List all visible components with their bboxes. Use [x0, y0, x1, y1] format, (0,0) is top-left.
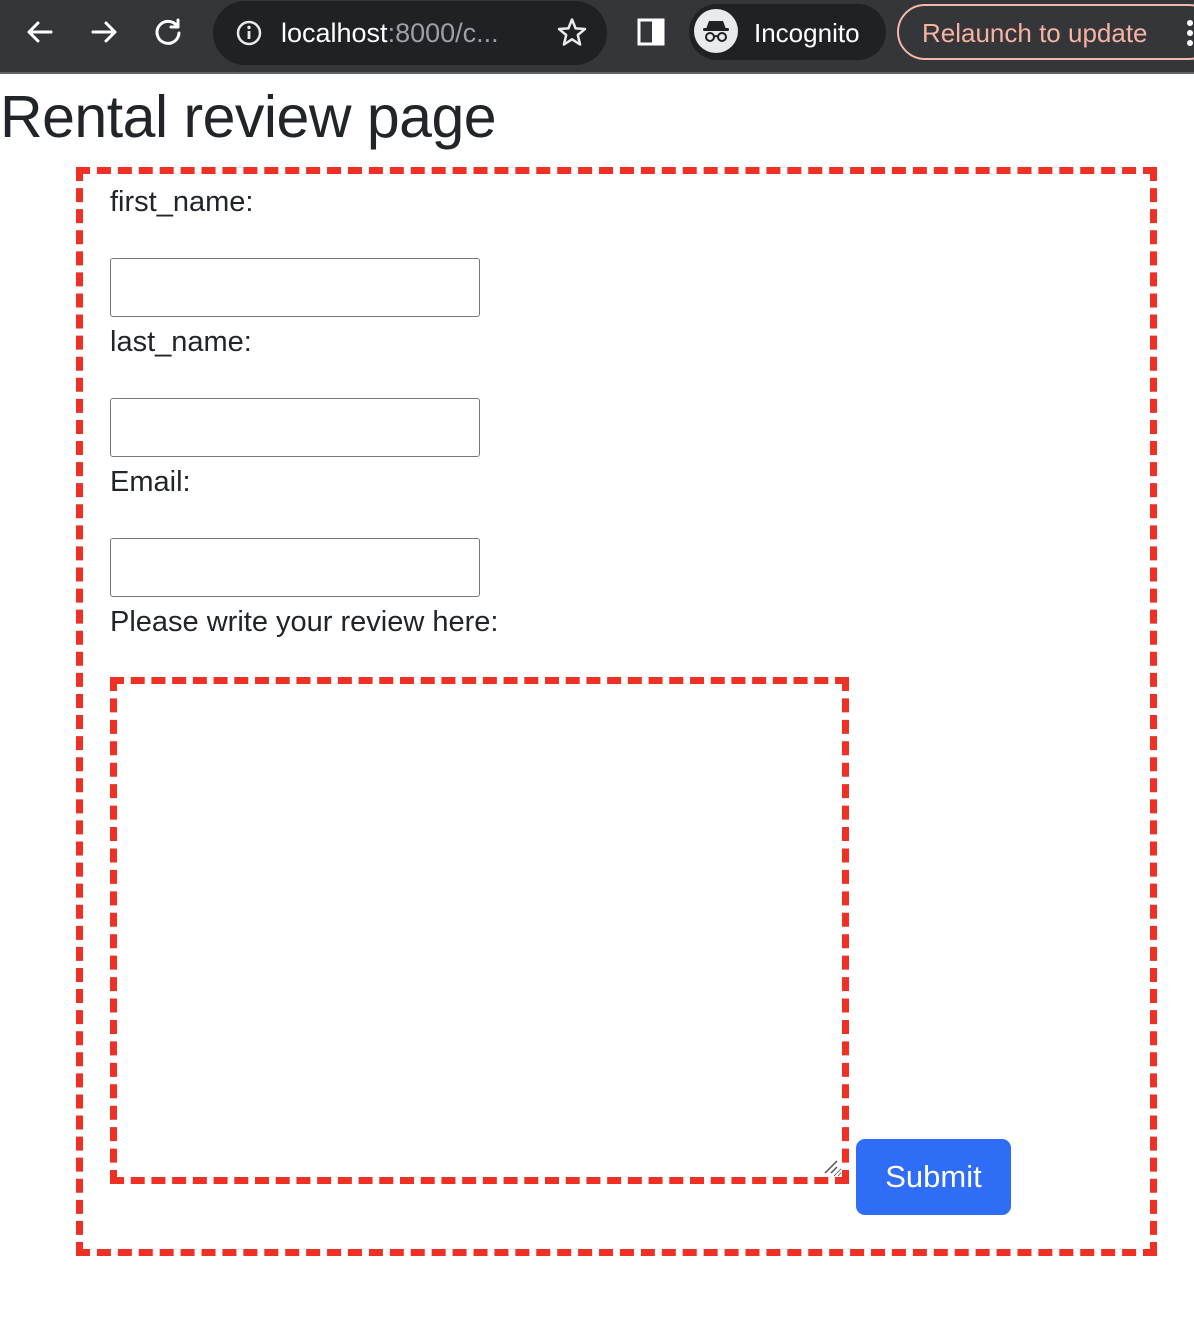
- side-panel-icon[interactable]: [636, 17, 666, 47]
- forward-button[interactable]: [84, 12, 124, 52]
- url-host: localhost: [281, 18, 388, 48]
- reload-icon: [155, 18, 181, 45]
- reload-button[interactable]: [148, 12, 188, 52]
- incognito-avatar: [694, 9, 738, 53]
- back-button[interactable]: [20, 12, 60, 52]
- vertical-dots-icon[interactable]: [1184, 18, 1194, 48]
- first-name-input[interactable]: [110, 258, 480, 317]
- page-title: Rental review page: [0, 84, 497, 150]
- last-name-label: last_name:: [110, 326, 252, 358]
- incognito-label: Incognito: [754, 18, 860, 48]
- arrow-left-icon: [27, 21, 53, 43]
- email-input[interactable]: [110, 538, 480, 597]
- url-path: :8000/c...: [387, 18, 499, 48]
- browser-toolbar: localhost:8000/c... Incognito Relaunch t…: [0, 0, 1194, 74]
- first-name-label: first_name:: [110, 186, 254, 218]
- last-name-input[interactable]: [110, 398, 480, 457]
- arrow-right-icon: [91, 21, 117, 43]
- star-icon[interactable]: [555, 16, 589, 50]
- resize-grip-icon[interactable]: [822, 1158, 838, 1174]
- review-textarea[interactable]: [110, 677, 849, 1184]
- email-label: Email:: [110, 466, 191, 498]
- relaunch-label: Relaunch to update: [922, 18, 1148, 48]
- review-label: Please write your review here:: [110, 606, 499, 638]
- incognito-icon: [703, 21, 729, 42]
- url-text[interactable]: localhost:8000/c...: [281, 15, 499, 51]
- submit-button[interactable]: Submit: [856, 1139, 1011, 1215]
- info-circle-icon[interactable]: [236, 20, 262, 46]
